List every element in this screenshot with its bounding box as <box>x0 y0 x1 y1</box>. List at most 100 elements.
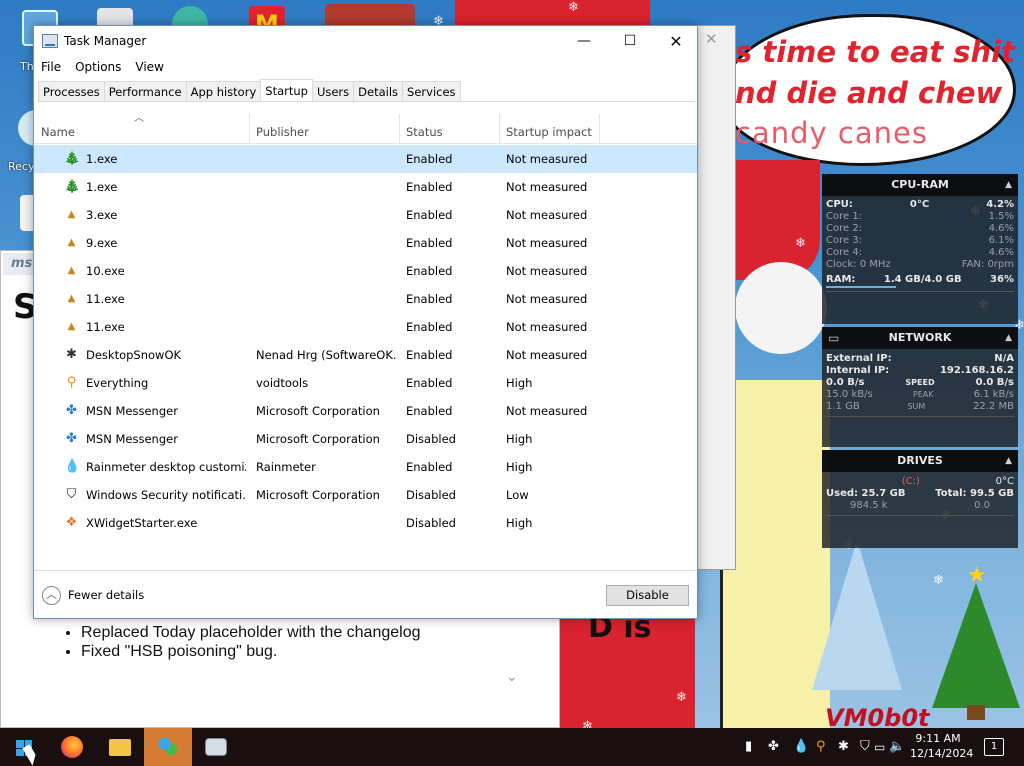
tab-startup[interactable]: Startup <box>260 79 313 101</box>
close-icon[interactable]: ✕ <box>705 30 718 48</box>
msn-icon <box>157 736 179 758</box>
cell-startup-impact: Not measured <box>506 152 588 166</box>
security-tray-icon[interactable]: ⛉ <box>860 728 870 766</box>
table-row[interactable]: ▲ 11.exe Enabled Not measured <box>34 313 697 341</box>
chevron-down-icon[interactable]: ⌄ <box>506 669 518 685</box>
changelog-item: Fixed "HSB poisoning" bug. <box>81 642 421 661</box>
total-label: Total: <box>935 488 967 499</box>
table-row[interactable]: ▲ 10.exe Enabled Not measured <box>34 257 697 285</box>
cell-name: 3.exe <box>86 208 118 222</box>
collapse-triangle-icon[interactable]: ▲ <box>1005 327 1012 349</box>
table-row[interactable]: 🎄 1.exe Enabled Not measured <box>34 173 697 201</box>
task-manager-button[interactable] <box>192 728 240 766</box>
rainmeter-icon: 💧 <box>64 459 81 474</box>
rainmeter-network-widget[interactable]: ▭ NETWORK ▲ External IP: N/A Internal IP… <box>822 327 1018 447</box>
task-manager-titlebar[interactable]: Task Manager — ☐ ✕ <box>34 26 697 57</box>
task-manager-window[interactable]: Task Manager — ☐ ✕ File Options View Pro… <box>33 25 698 619</box>
column-header-status[interactable]: Status <box>400 114 500 144</box>
menu-file[interactable]: File <box>34 57 68 79</box>
rainmeter-tray-icon[interactable]: 💧 <box>793 728 809 766</box>
download-peak: 15.0 kB/s <box>826 389 873 400</box>
tab-services[interactable]: Services <box>402 81 461 101</box>
clock-time: 9:11 AM <box>915 732 961 745</box>
minimize-button[interactable]: — <box>561 26 607 57</box>
network-title: NETWORK <box>888 331 952 344</box>
table-row[interactable]: ✤ MSN Messenger Microsoft Corporation Enabl… <box>34 397 697 425</box>
tab-users[interactable]: Users <box>311 81 355 101</box>
collapse-triangle-icon[interactable]: ▲ <box>1005 174 1012 196</box>
table-row[interactable]: ▲ 11.exe Enabled Not measured <box>34 285 697 313</box>
cell-publisher: Nenad Hrg (SoftwareOK... <box>256 348 396 362</box>
table-row[interactable]: ▲ 3.exe Enabled Not measured <box>34 201 697 229</box>
core-2-row: Core 2: 4.6% <box>822 223 1018 235</box>
drives-title: DRIVES <box>897 454 943 467</box>
core-4-row: Core 4: 4.6% <box>822 247 1018 259</box>
table-row[interactable]: ⛉ Windows Security notificati... Microsoft… <box>34 481 697 509</box>
firefox-button[interactable] <box>48 728 96 766</box>
tab-processes[interactable]: Processes <box>38 81 105 101</box>
taskbar-clock[interactable]: 9:11 AM 12/14/2024 <box>910 731 973 761</box>
used-value: 25.7 GB <box>861 488 906 499</box>
speed-row: 0.0 B/s SPEED 0.0 B/s <box>822 377 1018 389</box>
cell-startup-impact: Not measured <box>506 292 588 306</box>
msn-messenger-button[interactable] <box>144 728 192 766</box>
tab-details[interactable]: Details <box>353 81 404 101</box>
external-ip-row: External IP: N/A <box>822 353 1018 365</box>
cell-publisher: Microsoft Corporation <box>256 404 380 418</box>
task-manager-icon <box>205 738 227 756</box>
tray-overflow-icon[interactable]: ▮ <box>745 728 752 766</box>
menu-options[interactable]: Options <box>68 57 128 79</box>
chevron-up-icon[interactable]: ︿ <box>42 586 61 605</box>
snowflake-tray-icon[interactable]: ✱ <box>838 728 849 766</box>
tab-strip: Processes Performance App history Startu… <box>38 79 695 102</box>
msn-tray-icon[interactable]: ✤ <box>768 728 779 766</box>
core-label: Core 1: <box>826 211 863 222</box>
menu-view[interactable]: View <box>128 57 170 79</box>
collapse-triangle-icon[interactable]: ▲ <box>1005 450 1012 472</box>
download-speed: 0.0 B/s <box>826 377 865 388</box>
msn-icon: ✤ <box>66 431 77 446</box>
column-header-publisher[interactable]: Publisher <box>250 114 400 144</box>
file-explorer-button[interactable] <box>96 728 144 766</box>
cell-status: Enabled <box>406 320 453 334</box>
network-tray-icon[interactable]: ▭ <box>874 728 885 766</box>
volume-icon[interactable]: 🔈 <box>889 728 905 766</box>
table-row[interactable]: ✤ MSN Messenger Microsoft Corporation Disab… <box>34 425 697 453</box>
tab-app-history[interactable]: App history <box>185 81 262 101</box>
table-row[interactable]: ⚲ Everything voidtools Enabled High <box>34 369 697 397</box>
maximize-button[interactable]: ☐ <box>607 26 653 57</box>
desktop-icon-label-2: Recy <box>8 160 35 173</box>
tree-icon: 🎄 <box>64 151 81 166</box>
wallpaper-snowy-tree <box>812 540 902 690</box>
cell-startup-impact: High <box>506 432 533 446</box>
sum-label: SUM <box>907 402 926 411</box>
table-row[interactable]: ✱ DesktopSnowOK Nenad Hrg (SoftwareOK... En… <box>34 341 697 369</box>
disable-button[interactable]: Disable <box>606 585 689 606</box>
table-row[interactable]: 💧 Rainmeter desktop customiz... Rainmeter E… <box>34 453 697 481</box>
rainmeter-cpu-ram-widget[interactable]: CPU-RAM ▲ CPU: 0°C 4.2% Core 1: 1.5% Cor… <box>822 174 1018 324</box>
column-header-name[interactable]: ︿ Name <box>34 113 250 144</box>
search-icon[interactable]: ⚲ <box>816 728 826 766</box>
table-row[interactable]: ❖ XWidgetStarter.exe Disabled High <box>34 509 697 537</box>
column-status-label: Status <box>406 125 443 139</box>
cell-name: 11.exe <box>86 320 125 334</box>
rainmeter-drives-widget[interactable]: DRIVES ▲ (C:) 0°C Used: 25.7 GB Total: 9… <box>822 450 1018 548</box>
drive-io-row: 984.5 k 0.0 <box>822 500 1018 512</box>
cpu-temp: 0°C <box>909 199 930 210</box>
notification-center-icon[interactable]: 1 <box>984 738 1004 756</box>
bubble-text-line-3: candy canes <box>735 116 928 150</box>
cpu-ram-title: CPU-RAM <box>891 178 949 191</box>
cell-startup-impact: Not measured <box>506 208 588 222</box>
table-row[interactable]: ▲ 9.exe Enabled Not measured <box>34 229 697 257</box>
column-header-startup-impact[interactable]: Startup impact <box>500 114 600 144</box>
cpu-percent: 4.2% <box>986 199 1014 210</box>
window-title: Task Manager <box>64 34 147 48</box>
close-button[interactable]: ✕ <box>653 26 699 57</box>
fewer-details-link[interactable]: Fewer details <box>68 588 144 602</box>
table-row[interactable]: 🎄 1.exe Enabled Not measured <box>34 145 697 173</box>
internal-ip-row: Internal IP: 192.168.16.2 <box>822 365 1018 377</box>
tab-performance[interactable]: Performance <box>103 81 187 101</box>
cell-status: Enabled <box>406 208 453 222</box>
desktop-icon-label-1: Th <box>20 60 34 73</box>
core-label: Core 2: <box>826 223 863 234</box>
